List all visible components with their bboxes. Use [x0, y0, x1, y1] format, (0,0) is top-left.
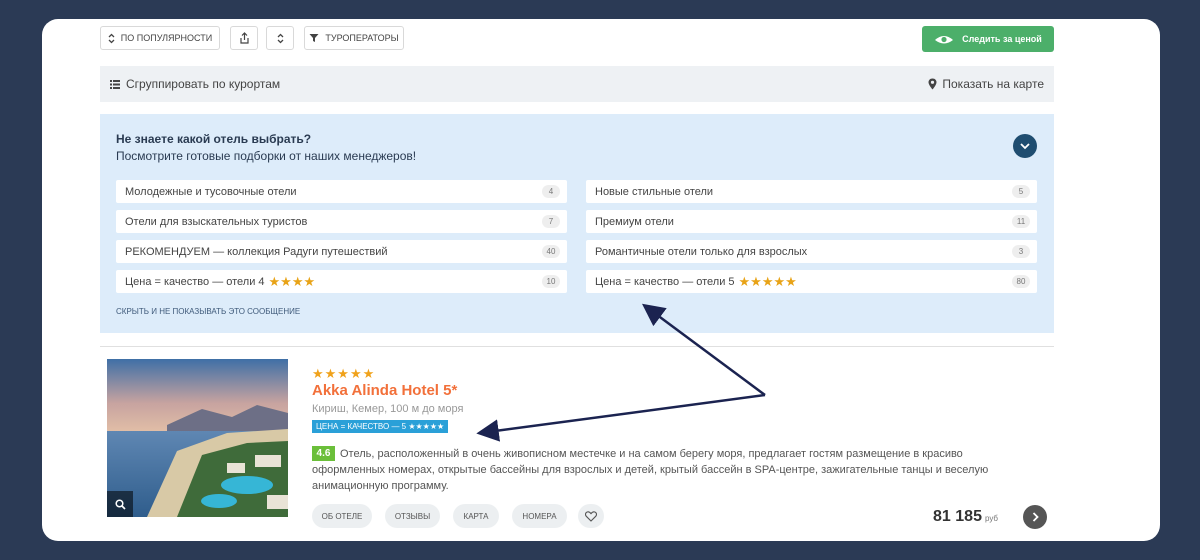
heart-icon [585, 510, 597, 522]
hotel-location: Кириш, Кемер, 100 м до моря [312, 403, 464, 415]
tour-operators-filter-button[interactable]: Туроператоры [304, 26, 404, 50]
collection-item[interactable]: Новые стильные отели 5 [586, 180, 1037, 203]
divider [100, 346, 1054, 347]
tab-reviews[interactable]: Отзывы [385, 504, 440, 528]
sort-order-button[interactable] [266, 26, 294, 50]
hotel-photo[interactable] [107, 359, 288, 517]
group-bar: Сгруппировать по курортам Показать на ка… [100, 66, 1054, 102]
hotel-photo-image [107, 359, 288, 517]
collapse-panel-button[interactable] [1013, 134, 1037, 158]
filter-button-label: Туроператоры [325, 33, 399, 43]
hotel-star-rating: ★★★★★ [312, 366, 376, 381]
collection-label: Молодежные и тусовочные отели [125, 185, 297, 198]
list-icon [110, 79, 120, 89]
share-button[interactable] [230, 26, 258, 50]
tab-rooms[interactable]: Номера [512, 504, 567, 528]
collection-label: Новые стильные отели [595, 185, 714, 198]
collection-item[interactable]: Романтичные отели только для взрослых 3 [586, 240, 1037, 263]
track-price-label: Следить за ценой [962, 34, 1042, 44]
filter-funnel-icon [309, 34, 319, 42]
panel-title: Не знаете какой отель выбрать? [116, 132, 312, 146]
add-to-favorites-button[interactable] [578, 504, 604, 528]
magnifier-icon [114, 498, 126, 510]
results-area: По популярности Туроператоры Следить за … [100, 19, 1054, 541]
collection-count: 40 [542, 245, 560, 258]
collection-count: 5 [1012, 185, 1030, 198]
collection-item[interactable]: Цена = качество — отели 4 ★★★★ 10 [116, 270, 567, 293]
hide-message-link[interactable]: Скрыть и не показывать это сообщение [116, 307, 300, 316]
open-hotel-button[interactable] [1023, 505, 1047, 529]
map-pin-icon [928, 78, 937, 90]
hotel-price: 81 185 руб [933, 508, 998, 526]
chevron-right-icon [1032, 512, 1039, 522]
collection-label: Цена = качество — отели 4 [125, 275, 265, 288]
toolbar: По популярности Туроператоры Следить за … [100, 26, 1054, 52]
sort-popularity-button[interactable]: По популярности [100, 26, 220, 50]
collection-count: 3 [1012, 245, 1030, 258]
zoom-photo-button[interactable] [107, 491, 133, 517]
price-value: 81 185 [933, 508, 982, 525]
collection-label: Отели для взыскательных туристов [125, 215, 308, 228]
tab-map[interactable]: Карта [453, 504, 499, 528]
eye-icon [935, 35, 954, 43]
collection-count: 80 [1012, 275, 1030, 288]
collection-label: Романтичные отели только для взрослых [595, 245, 808, 258]
group-by-resort-toggle[interactable]: Сгруппировать по курортам [110, 77, 280, 91]
collection-label: Премиум отели [595, 215, 674, 228]
collection-item[interactable]: Молодежные и тусовочные отели 4 [116, 180, 567, 203]
sort-updown-icon [277, 33, 283, 43]
collection-label: РЕКОМЕНДУЕМ — коллекция Радуги путешеств… [125, 245, 388, 258]
collection-label: Цена = качество — отели 5 [595, 275, 735, 288]
chevron-down-icon [1020, 142, 1030, 149]
share-icon [239, 32, 249, 44]
show-on-map-label: Показать на карте [942, 77, 1044, 91]
collection-count: 7 [542, 215, 560, 228]
track-price-button[interactable]: Следить за ценой [922, 26, 1054, 52]
group-by-resort-label: Сгруппировать по курортам [126, 77, 281, 91]
panel-subtitle: Посмотрите готовые подборки от наших мен… [116, 149, 417, 163]
collection-badge[interactable]: ЦЕНА = КАЧЕСТВО — 5 ★★★★★ [312, 420, 449, 433]
collection-count: 11 [1012, 215, 1030, 228]
hotel-rating-badge: 4.6 [312, 446, 335, 461]
tab-about-hotel[interactable]: Об отеле [312, 504, 372, 528]
star-rating-icons: ★★★★★ [738, 273, 797, 289]
collection-count: 10 [542, 275, 560, 288]
price-currency: руб [984, 514, 998, 523]
collection-item[interactable]: РЕКОМЕНДУЕМ — коллекция Радуги путешеств… [116, 240, 567, 263]
collection-item[interactable]: Премиум отели 11 [586, 210, 1037, 233]
hotel-description: Отель, расположенный в очень живописном … [312, 448, 989, 492]
collection-item[interactable]: Цена = качество — отели 5 ★★★★★ 80 [586, 270, 1037, 293]
hotel-collections-panel: Не знаете какой отель выбрать? Посмотрит… [100, 114, 1054, 333]
sort-updown-icon [108, 33, 115, 43]
show-on-map-link[interactable]: Показать на карте [928, 77, 1044, 91]
hotel-name-link[interactable]: Akka Alinda Hotel 5* [312, 382, 457, 399]
star-rating-icons: ★★★★ [268, 273, 316, 289]
collection-item[interactable]: Отели для взыскательных туристов 7 [116, 210, 567, 233]
content-card: По популярности Туроператоры Следить за … [42, 19, 1160, 541]
sort-button-label: По популярности [120, 33, 213, 43]
collection-count: 4 [542, 185, 560, 198]
